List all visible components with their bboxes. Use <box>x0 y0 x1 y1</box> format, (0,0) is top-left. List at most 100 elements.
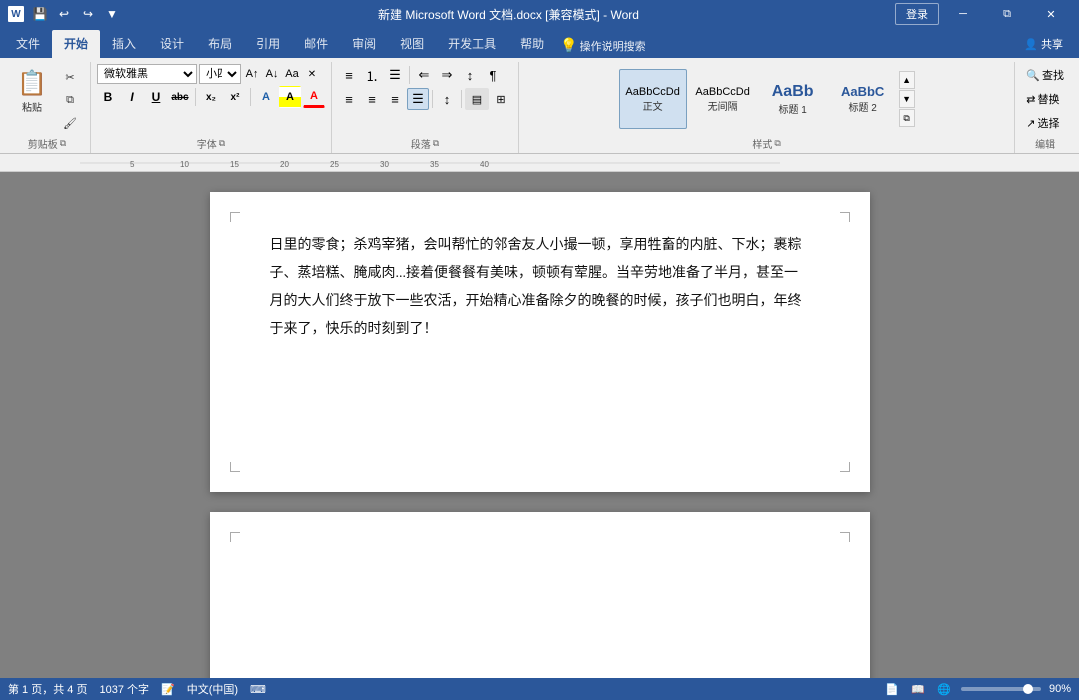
style-heading1-preview: AaBb <box>772 83 814 101</box>
para-row1: ≡ ⒈ ☰ ⇐ ⇒ ↕ ¶ <box>338 64 512 86</box>
restore-button[interactable]: ⧉ <box>987 0 1027 28</box>
clipboard-group: 📋 粘贴 ✂ ⧉ 🖌 剪贴板 ⧉ <box>4 62 91 153</box>
style-heading2[interactable]: AaBbC 标题 2 <box>829 69 897 129</box>
close-button[interactable]: ✕ <box>1031 0 1071 28</box>
para-row2: ≡ ≡ ≡ ☰ ↕ ▤ ⊞ <box>338 88 512 110</box>
web-layout-button[interactable]: 🌐 <box>935 680 953 698</box>
italic-button[interactable]: I <box>121 86 143 108</box>
align-center-button[interactable]: ≡ <box>361 88 383 110</box>
font-row1: 微软雅黑 小四 A↑ A↓ Aa ✕ <box>97 64 325 84</box>
subscript-button[interactable]: x₂ <box>200 86 222 108</box>
customize-button[interactable]: ▼ <box>102 4 122 24</box>
highlight-button[interactable]: A <box>279 86 301 108</box>
sort-button[interactable]: ↕ <box>459 64 481 86</box>
text-effects-button[interactable]: A <box>255 86 277 108</box>
borders-button[interactable]: ⊞ <box>490 88 512 110</box>
save-button[interactable]: 💾 <box>30 4 50 24</box>
share-area: 👤 共享 <box>1016 34 1079 58</box>
underline-button[interactable]: U <box>145 86 167 108</box>
svg-text:5: 5 <box>130 160 135 169</box>
tab-review[interactable]: 审阅 <box>340 30 388 58</box>
cut-button[interactable]: ✂ <box>56 66 84 88</box>
font-grow-button[interactable]: A↑ <box>243 65 261 83</box>
shading-button[interactable]: ▤ <box>465 88 489 110</box>
bullets-button[interactable]: ≡ <box>338 64 360 86</box>
corner-tl <box>230 212 240 222</box>
share-button[interactable]: 👤 共享 <box>1016 34 1071 54</box>
editing-label: 编辑 <box>1035 134 1055 153</box>
copy-button[interactable]: ⧉ <box>56 89 84 111</box>
replace-icon: ⇄ <box>1026 93 1035 106</box>
quick-access-toolbar: 💾 ↩ ↪ ▼ <box>30 4 122 24</box>
decrease-indent-button[interactable]: ⇐ <box>413 64 435 86</box>
styles-expand[interactable]: ⧉ <box>899 109 915 127</box>
read-mode-button[interactable]: 📖 <box>909 680 927 698</box>
font-color-button[interactable]: A <box>303 86 325 108</box>
para-expand-icon[interactable]: ⧉ <box>433 138 439 149</box>
zoom-slider[interactable] <box>961 687 1041 691</box>
page1-text[interactable]: 日里的零食；杀鸡宰猪，会叫帮忙的邻舍友人小撮一顿，享用牲畜的内脏、下水；裹粽子、… <box>270 232 810 344</box>
multilevel-button[interactable]: ☰ <box>384 64 406 86</box>
align-left-button[interactable]: ≡ <box>338 88 360 110</box>
font-shrink-button[interactable]: A↓ <box>263 65 281 83</box>
font-controls: 微软雅黑 小四 A↑ A↓ Aa ✕ B I U abc x₂ <box>97 64 325 134</box>
bold-button[interactable]: B <box>97 86 119 108</box>
tab-insert[interactable]: 插入 <box>100 30 148 58</box>
para-label-row: 段落 ⧉ <box>338 134 512 153</box>
title-bar: W 💾 ↩ ↪ ▼ 新建 Microsoft Word 文档.docx [兼容模… <box>0 0 1079 28</box>
login-button[interactable]: 登录 <box>895 3 939 25</box>
font-name-select[interactable]: 微软雅黑 <box>97 64 197 84</box>
tab-home[interactable]: 开始 <box>52 30 100 58</box>
format-painter-button[interactable]: 🖌 <box>56 112 84 134</box>
clipboard-label: 剪贴板 <box>28 134 58 153</box>
styles-expand-icon[interactable]: ⧉ <box>774 138 780 149</box>
increase-indent-button[interactable]: ⇒ <box>436 64 458 86</box>
editing-group: 🔍 查找 ⇄ 替换 ↗ 选择 编辑 <box>1015 62 1075 153</box>
superscript-button[interactable]: x² <box>224 86 246 108</box>
justify-button[interactable]: ☰ <box>407 88 429 110</box>
style-normal[interactable]: AaBbCcDd 正文 <box>619 69 687 129</box>
styles-label-row: 样式 ⧉ <box>525 134 1008 153</box>
numbering-button[interactable]: ⒈ <box>361 64 383 86</box>
font-label-row: 字体 ⧉ <box>97 134 325 153</box>
find-button[interactable]: 🔍 查找 <box>1021 64 1069 86</box>
change-case-button[interactable]: Aa <box>283 65 301 83</box>
tab-file[interactable]: 文件 <box>4 30 52 58</box>
styles-scroll-down[interactable]: ▼ <box>899 90 915 108</box>
tell-me-label[interactable]: 操作说明搜索 <box>580 38 646 58</box>
styles-scroll-up[interactable]: ▲ <box>899 71 915 89</box>
tab-developer[interactable]: 开发工具 <box>436 30 508 58</box>
style-no-spacing[interactable]: AaBbCcDd 无间隔 <box>689 69 757 129</box>
strikethrough-button[interactable]: abc <box>169 86 191 108</box>
clear-format-button[interactable]: ✕ <box>303 65 321 83</box>
tab-layout[interactable]: 布局 <box>196 30 244 58</box>
svg-text:10: 10 <box>180 160 189 169</box>
tab-help[interactable]: 帮助 <box>508 30 556 58</box>
replace-button[interactable]: ⇄ 替换 <box>1021 88 1069 110</box>
word-count: 1037 个字 <box>99 681 149 697</box>
paste-button[interactable]: 📋 粘贴 <box>10 64 54 117</box>
share-icon: 👤 <box>1024 38 1038 51</box>
font-size-select[interactable]: 小四 <box>199 64 241 84</box>
tab-view[interactable]: 视图 <box>388 30 436 58</box>
edit-controls-inner: 🔍 查找 ⇄ 替换 ↗ 选择 <box>1021 64 1069 134</box>
page-info: 第 1 页，共 4 页 <box>8 681 87 697</box>
tab-references[interactable]: 引用 <box>244 30 292 58</box>
undo-button[interactable]: ↩ <box>54 4 74 24</box>
page-2[interactable] <box>210 512 870 678</box>
tab-mailing[interactable]: 邮件 <box>292 30 340 58</box>
select-icon: ↗ <box>1026 117 1035 130</box>
minimize-button[interactable]: ─ <box>943 0 983 28</box>
line-spacing-button[interactable]: ↕ <box>436 88 458 110</box>
redo-button[interactable]: ↪ <box>78 4 98 24</box>
clipboard-expand-icon[interactable]: ⧉ <box>60 138 66 149</box>
style-heading1[interactable]: AaBb 标题 1 <box>759 69 827 129</box>
select-button[interactable]: ↗ 选择 <box>1021 112 1069 134</box>
align-right-button[interactable]: ≡ <box>384 88 406 110</box>
print-layout-button[interactable]: 📄 <box>883 680 901 698</box>
tab-design[interactable]: 设计 <box>148 30 196 58</box>
font-expand-icon[interactable]: ⧉ <box>219 138 225 149</box>
show-marks-button[interactable]: ¶ <box>482 64 504 86</box>
window-title: 新建 Microsoft Word 文档.docx [兼容模式] - Word <box>122 6 895 23</box>
page-1[interactable]: 日里的零食；杀鸡宰猪，会叫帮忙的邻舍友人小撮一顿，享用牲畜的内脏、下水；裹粽子、… <box>210 192 870 492</box>
